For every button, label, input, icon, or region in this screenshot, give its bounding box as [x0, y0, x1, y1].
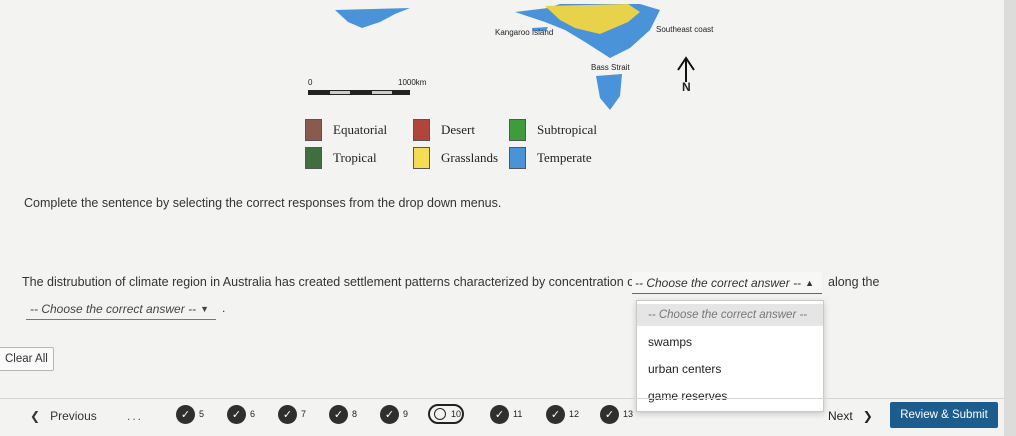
menu-option-urban-centers[interactable]: urban centers	[637, 358, 823, 380]
question-nav-label: 10	[451, 409, 462, 419]
map-land-temperate-west	[335, 8, 410, 28]
question-nav-label: 5	[199, 409, 205, 419]
scale-bar-light-1	[330, 91, 350, 94]
scale-end-label: 1000km	[398, 78, 427, 87]
legend-label-temperate: Temperate	[537, 150, 592, 165]
legend-item-desert: Desert	[413, 118, 475, 142]
dropdown-1-selected: -- Choose the correct answer --	[635, 275, 802, 290]
question-nav-12[interactable]: ✓ 12	[546, 404, 579, 424]
menu-option-swamps[interactable]: swamps	[637, 331, 823, 353]
dropdown-2-selected: -- Choose the correct answer --	[30, 301, 197, 316]
question-nav-9[interactable]: ✓ 9	[380, 404, 408, 424]
swatch-subtropical	[509, 119, 526, 141]
legend-label-desert: Desert	[441, 122, 475, 137]
question-nav-label: 9	[403, 409, 409, 419]
legend-label-subtropical: Subtropical	[537, 122, 597, 137]
answer-dropdown-1[interactable]: -- Choose the correct answer -- ▲	[632, 272, 822, 294]
north-arrow-icon	[677, 56, 695, 82]
next-button[interactable]: Next ❯	[828, 409, 873, 423]
check-icon: ✓	[329, 404, 348, 424]
swatch-tropical	[305, 147, 322, 169]
australia-map-fragment	[308, 4, 695, 110]
scale-bar-dark	[308, 90, 410, 95]
swatch-temperate	[509, 147, 526, 169]
swatch-desert	[413, 119, 430, 141]
label-southeast-coast: Southeast coast	[656, 25, 714, 34]
legend-item-equatorial: Equatorial	[305, 118, 387, 142]
answer-dropdown-2[interactable]: -- Choose the correct answer -- ▼	[26, 298, 216, 320]
legend-item-tropical: Tropical	[305, 146, 377, 170]
question-instruction: Complete the sentence by selecting the c…	[24, 196, 502, 210]
check-icon: ✓	[490, 404, 509, 424]
question-nav-13[interactable]: ✓ 13	[600, 404, 633, 424]
scale-start-label: 0	[308, 78, 313, 87]
dropdown-1-menu: -- Choose the correct answer -- swamps u…	[636, 300, 824, 412]
question-nav-7[interactable]: ✓ 7	[278, 404, 306, 424]
question-nav-label: 7	[301, 409, 307, 419]
legend-item-temperate: Temperate	[509, 146, 592, 170]
check-icon: ✓	[600, 404, 619, 424]
question-nav-label: 8	[352, 409, 358, 419]
label-bass-strait: Bass Strait	[591, 63, 630, 72]
caret-up-icon: ▲	[805, 277, 814, 288]
question-nav-8[interactable]: ✓ 8	[329, 404, 357, 424]
check-icon: ✓	[546, 404, 565, 424]
question-nav-10-current[interactable]: 10	[428, 404, 464, 424]
check-icon: ✓	[176, 404, 195, 424]
window-edge	[1004, 0, 1016, 436]
question-nav-11[interactable]: ✓ 11	[490, 404, 522, 424]
next-label: Next	[828, 409, 853, 423]
sentence-end: .	[222, 301, 226, 315]
nav-ellipsis: ...	[127, 409, 144, 423]
legend-label-tropical: Tropical	[333, 150, 377, 165]
current-question-ring: 10	[428, 404, 464, 424]
review-submit-button[interactable]: Review & Submit	[890, 402, 998, 428]
legend-item-grasslands: Grasslands	[413, 146, 498, 170]
swatch-equatorial	[305, 119, 322, 141]
chevron-left-icon: ❮	[30, 409, 47, 423]
label-kangaroo-island: Kangaroo Island	[495, 28, 554, 37]
question-nav-label: 13	[623, 409, 634, 419]
previous-label: Previous	[50, 409, 97, 423]
question-nav-label: 12	[569, 409, 580, 419]
legend-label-equatorial: Equatorial	[333, 122, 388, 137]
scale-bar-light-2	[372, 91, 392, 94]
swatch-grasslands	[413, 147, 430, 169]
chevron-right-icon: ❯	[856, 409, 873, 423]
question-nav-5[interactable]: ✓ 5	[176, 404, 204, 424]
climate-legend: Equatorial Desert Subtropical Tropical G…	[305, 118, 625, 174]
check-icon: ✓	[278, 404, 297, 424]
clear-all-button[interactable]: Clear All	[0, 347, 54, 371]
circle-icon	[434, 408, 446, 420]
previous-button[interactable]: ❮ Previous	[30, 409, 97, 423]
question-nav-6[interactable]: ✓ 6	[227, 404, 255, 424]
question-nav-label: 6	[250, 409, 256, 419]
map-area: Kangaroo Island Southeast coast Bass Str…	[0, 0, 1016, 110]
check-icon: ✓	[380, 404, 399, 424]
question-nav-label: 11	[513, 409, 523, 419]
map-tasmania	[596, 74, 622, 110]
sentence-part-2: along the	[828, 275, 880, 289]
north-label: N	[682, 80, 691, 94]
legend-label-grasslands: Grasslands	[441, 150, 499, 165]
sentence-part-1: The distrubution of climate region in Au…	[22, 275, 638, 289]
menu-option-placeholder[interactable]: -- Choose the correct answer --	[637, 304, 823, 326]
caret-down-icon: ▼	[200, 303, 209, 314]
check-icon: ✓	[227, 404, 246, 424]
legend-item-subtropical: Subtropical	[509, 118, 597, 142]
